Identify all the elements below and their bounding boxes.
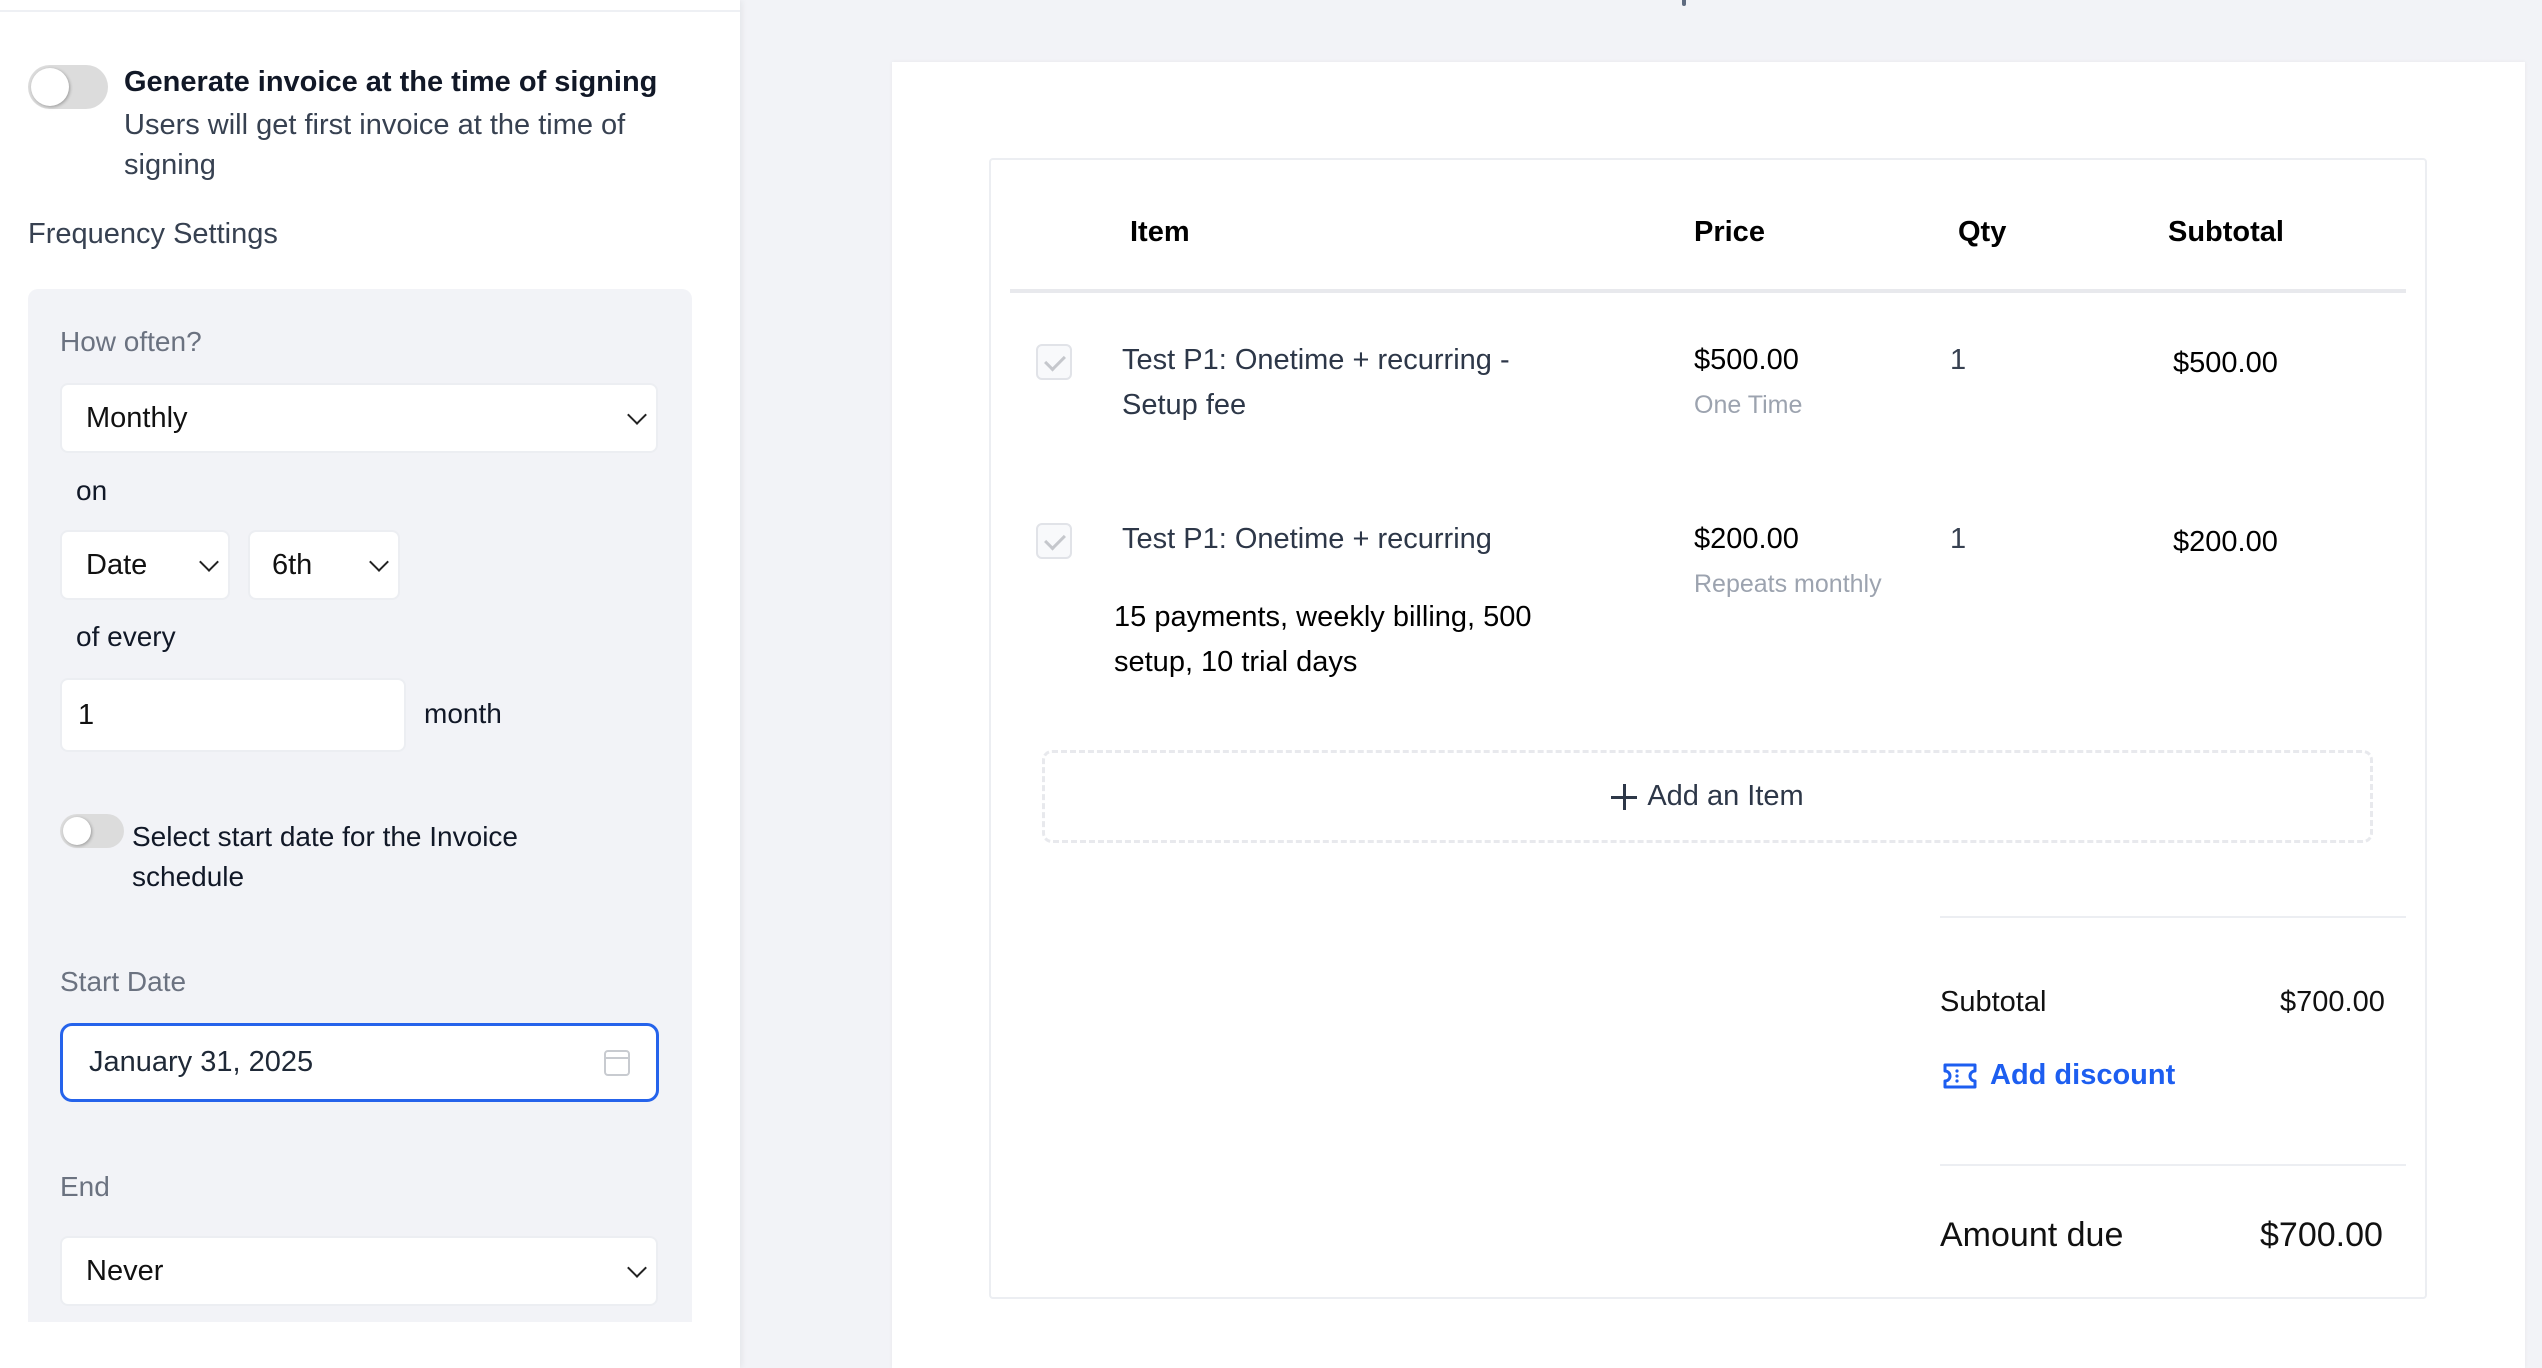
- item-qty: 1: [1950, 344, 1967, 376]
- item-price-note: Repeats monthly: [1694, 570, 1882, 598]
- header-divider: [1010, 289, 2406, 293]
- start-date-label: Start Date: [60, 966, 187, 997]
- chevron-down-icon: [199, 552, 219, 572]
- generate-invoice-label: Generate invoice at the time of signing: [124, 66, 658, 98]
- end-value: Never: [86, 1254, 164, 1287]
- toggle-knob: [63, 817, 91, 845]
- item-price: $200.00: [1694, 523, 1799, 555]
- on-day-value: 6th: [272, 548, 313, 581]
- item-checkbox[interactable]: [1036, 523, 1072, 559]
- item-description: 15 payments, weekly billing, 500 setup, …: [1114, 601, 1532, 678]
- start-date-input[interactable]: January 31, 2025: [60, 1023, 659, 1102]
- divider: [0, 10, 740, 12]
- on-label: on: [76, 475, 108, 506]
- generate-invoice-toggle[interactable]: [28, 65, 108, 109]
- end-select[interactable]: Never: [60, 1236, 658, 1306]
- add-item-button[interactable]: Add an Item: [1042, 750, 2373, 843]
- interval-unit: month: [424, 698, 502, 729]
- chevron-down-icon: [627, 405, 647, 425]
- how-often-value: Monthly: [86, 401, 188, 434]
- subtotal-value: $700.00: [2280, 986, 2385, 1018]
- toggle-knob: [31, 68, 69, 106]
- item-price-note: One Time: [1694, 391, 1803, 419]
- chevron-down-icon: [627, 1258, 647, 1278]
- item-name: Test P1: Onetime + recurring - Setup fee: [1122, 344, 1510, 421]
- chevron-down-icon: [369, 552, 389, 572]
- of-every-label: of every: [76, 621, 176, 652]
- start-date-toggle-label: Select start date for the Invoice schedu…: [132, 821, 518, 892]
- add-discount-button[interactable]: Add discount: [1942, 1059, 2175, 1092]
- item-qty: 1: [1950, 523, 1967, 555]
- cutoff-text-fragment: [1682, 0, 1686, 6]
- column-header-qty: Qty: [1958, 216, 2007, 248]
- summary-divider: [1940, 916, 2406, 918]
- item-name: Test P1: Onetime + recurring: [1122, 523, 1492, 555]
- item-checkbox[interactable]: [1036, 344, 1072, 380]
- summary-divider: [1940, 1164, 2406, 1166]
- start-date-value: January 31, 2025: [89, 1046, 314, 1078]
- how-often-label: How often?: [60, 326, 202, 357]
- add-item-label: Add an Item: [1647, 780, 1804, 812]
- interval-value: 1: [78, 698, 95, 731]
- item-subtotal: $200.00: [2173, 526, 2278, 558]
- item-price: $500.00: [1694, 344, 1799, 376]
- invoice-items-table: [989, 158, 2427, 1299]
- ticket-icon: [1943, 1063, 1977, 1088]
- column-header-item: Item: [1130, 216, 1190, 248]
- column-header-price: Price: [1694, 216, 1765, 248]
- calendar-icon[interactable]: [604, 1049, 630, 1076]
- on-type-select[interactable]: Date: [60, 530, 230, 600]
- how-often-select[interactable]: Monthly: [60, 383, 658, 453]
- end-label: End: [60, 1171, 110, 1202]
- plus-icon: [1611, 783, 1638, 810]
- on-day-select[interactable]: 6th: [248, 530, 400, 600]
- item-subtotal: $500.00: [2173, 347, 2278, 379]
- amount-due-value: $700.00: [2260, 1216, 2383, 1254]
- frequency-settings-title: Frequency Settings: [28, 218, 278, 250]
- amount-due-label: Amount due: [1940, 1216, 2124, 1254]
- interval-input[interactable]: 1: [60, 678, 406, 752]
- start-date-toggle[interactable]: [60, 814, 124, 848]
- column-header-subtotal: Subtotal: [2168, 216, 2284, 248]
- on-type-value: Date: [86, 548, 148, 581]
- add-discount-label: Add discount: [1990, 1059, 2176, 1091]
- generate-invoice-description: Users will get first invoice at the time…: [124, 109, 626, 181]
- subtotal-label: Subtotal: [1940, 986, 2047, 1018]
- invoice-settings-panel: Generate invoice at the time of signing …: [0, 0, 740, 1368]
